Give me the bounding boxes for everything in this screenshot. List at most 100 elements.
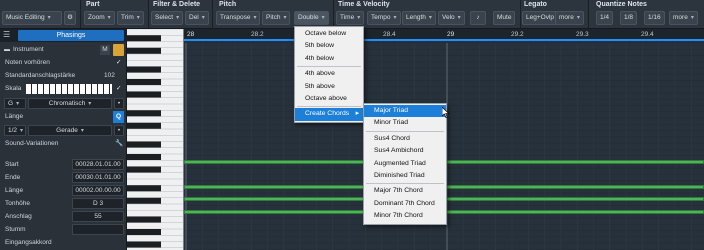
toolbar-separator [80, 0, 81, 28]
ruler-label: 28.2 [251, 31, 264, 38]
delete-button[interactable]: Del [185, 11, 209, 25]
menu-icon[interactable]: ☰ [3, 30, 10, 39]
menu-item-minor-triad[interactable]: Minor Triad [364, 117, 446, 129]
toolbar-separator [212, 0, 213, 28]
scale-type-select[interactable]: Chromatisch [28, 98, 112, 109]
menu-item-4th-below[interactable]: 4th below [295, 53, 363, 65]
scale-label: Skala [5, 85, 22, 92]
scale-key-select[interactable]: G [4, 98, 26, 109]
length-button[interactable]: Length [402, 11, 436, 25]
ruler-label: 29.4 [641, 31, 654, 38]
double-button[interactable]: Double [294, 11, 329, 25]
timeline-ruler[interactable]: 28 28.2 28.4 29 29.2 29.3 29.4 [184, 29, 704, 41]
instrument-row: ▬ Instrument M [0, 44, 127, 56]
menu-item-octave-above[interactable]: Octave above [295, 93, 363, 105]
toolbar: Music Editing ⚙ Part Zoom Trim Filter & … [0, 0, 704, 29]
note-length-label: Länge [5, 187, 24, 194]
time-button[interactable]: Time [336, 11, 365, 25]
select-button[interactable]: Select [151, 11, 184, 25]
note-length-row: Länge 00002.00.00.00 [0, 185, 127, 197]
mode-select[interactable]: Music Editing [2, 11, 62, 25]
transpose-button[interactable]: Transpose [216, 11, 261, 25]
menu-item-5th-above[interactable]: 5th above [295, 81, 363, 93]
default-velocity-row: Standardanschlagstärke 102 [0, 70, 127, 82]
menu-item-sus4-chord[interactable]: Sus4 Chord [364, 133, 446, 145]
double-menu: Octave below 5th below 4th below 4th abo… [294, 26, 364, 123]
menu-item-diminished-triad[interactable]: Diminished Triad [364, 170, 446, 182]
scale-more-button[interactable]: • [114, 98, 124, 109]
menu-item-major-triad[interactable]: Major Triad [364, 105, 446, 118]
scale-keyboard-preview[interactable] [26, 84, 112, 94]
length-label: Länge [5, 113, 24, 120]
check-icon: ✓ [116, 59, 122, 66]
quantize-more-button[interactable]: more [669, 11, 698, 25]
end-label: Ende [5, 174, 21, 181]
section-title-part: Part [86, 1, 100, 8]
tempo-button[interactable]: Tempo [367, 11, 401, 25]
quantize-quarter-button[interactable]: 1/4 [596, 11, 614, 25]
menu-item-4th-above[interactable]: 4th above [295, 68, 363, 80]
legato-overlap-button[interactable]: Leg+Ovlp [522, 11, 559, 25]
menu-separator [366, 130, 444, 132]
legato-more-button[interactable]: more [555, 11, 584, 25]
section-title-quantize: Quantize Notes [596, 1, 647, 8]
inspector-header: ☰ Phasings [0, 29, 127, 42]
menu-item-create-chords[interactable]: Create Chords ▸ [295, 108, 363, 121]
menu-separator [297, 66, 361, 68]
menu-item-5th-below[interactable]: 5th below [295, 40, 363, 52]
ruler-label: 28 [187, 31, 195, 38]
scale-row: Skala ✓ [0, 83, 127, 95]
zoom-button[interactable]: Zoom [84, 11, 115, 25]
audition-button[interactable]: ♪ [470, 11, 486, 25]
menu-item-augmented-triad[interactable]: Augmented Triad [364, 158, 446, 170]
section-title-filter: Filter & Delete [153, 1, 201, 8]
m-button[interactable]: M [100, 45, 110, 55]
piano-keys-graphic [127, 29, 184, 250]
quantize-eighth-button[interactable]: 1/8 [620, 11, 638, 25]
start-field[interactable]: 00028.01.01.00 [72, 159, 124, 170]
wrench-icon[interactable]: 🔧 [115, 138, 123, 150]
piano-keyboard[interactable] [127, 29, 184, 250]
pitch-field[interactable]: D 3 [72, 198, 124, 209]
start-row: Start 00028.01.01.00 [0, 159, 127, 171]
velocity-field[interactable]: 55 [72, 211, 124, 222]
quantize-sixteenth-button[interactable]: 1/16 [644, 11, 665, 25]
notes-preview-label: Noten vorhören [5, 59, 50, 66]
length-row: Länge Q [0, 111, 127, 123]
end-row: Ende 00030.01.01.00 [0, 172, 127, 184]
trim-button[interactable]: Trim [117, 11, 144, 25]
mute-row: Stumm [0, 224, 127, 236]
toolbar-separator [520, 0, 521, 28]
default-velocity-label: Standardanschlagstärke [5, 72, 76, 79]
mute-button[interactable]: Mute [493, 11, 516, 25]
length-more-button[interactable]: • [114, 125, 124, 136]
check-icon: ✓ [116, 85, 122, 92]
settings-gear-button[interactable]: ⚙ [64, 11, 76, 25]
track-name[interactable]: Phasings [18, 30, 124, 41]
pitch-label: Tonhöhe [5, 200, 30, 207]
length-type-select[interactable]: Gerade [28, 125, 112, 136]
menu-item-dominant-7th-chord[interactable]: Dominant 7th Chord [364, 198, 446, 210]
sound-variations-label: Sound-Variationen [5, 140, 59, 147]
note-length-field[interactable]: 00002.00.00.00 [72, 185, 124, 196]
toolbar-separator [588, 0, 589, 28]
velocity-label: Anschlag [5, 213, 32, 220]
toolbar-separator [333, 0, 334, 28]
quantize-q-button[interactable]: Q [113, 111, 124, 123]
menu-item-sus4-ambichord[interactable]: Sus4 Ambichord [364, 145, 446, 157]
velo-button[interactable]: Velo [438, 11, 465, 25]
mute-field[interactable] [72, 224, 124, 235]
notes-preview-row[interactable]: Noten vorhören ✓ [0, 57, 127, 69]
mouse-cursor-icon [442, 107, 450, 118]
section-title-legato: Legato [524, 1, 547, 8]
instrument-icon[interactable] [113, 44, 124, 56]
pitch-button[interactable]: Pitch [262, 11, 291, 25]
default-velocity-value[interactable]: 102 [104, 70, 115, 82]
menu-item-octave-below[interactable]: Octave below [295, 28, 363, 40]
menu-item-minor-7th-chord[interactable]: Minor 7th Chord [364, 210, 446, 222]
ruler-label: 29.3 [576, 31, 589, 38]
length-value-select[interactable]: 1/2 [4, 125, 26, 136]
end-field[interactable]: 00030.01.01.00 [72, 172, 124, 183]
menu-item-major-7th-chord[interactable]: Major 7th Chord [364, 185, 446, 197]
ruler-label: 28.4 [383, 31, 396, 38]
